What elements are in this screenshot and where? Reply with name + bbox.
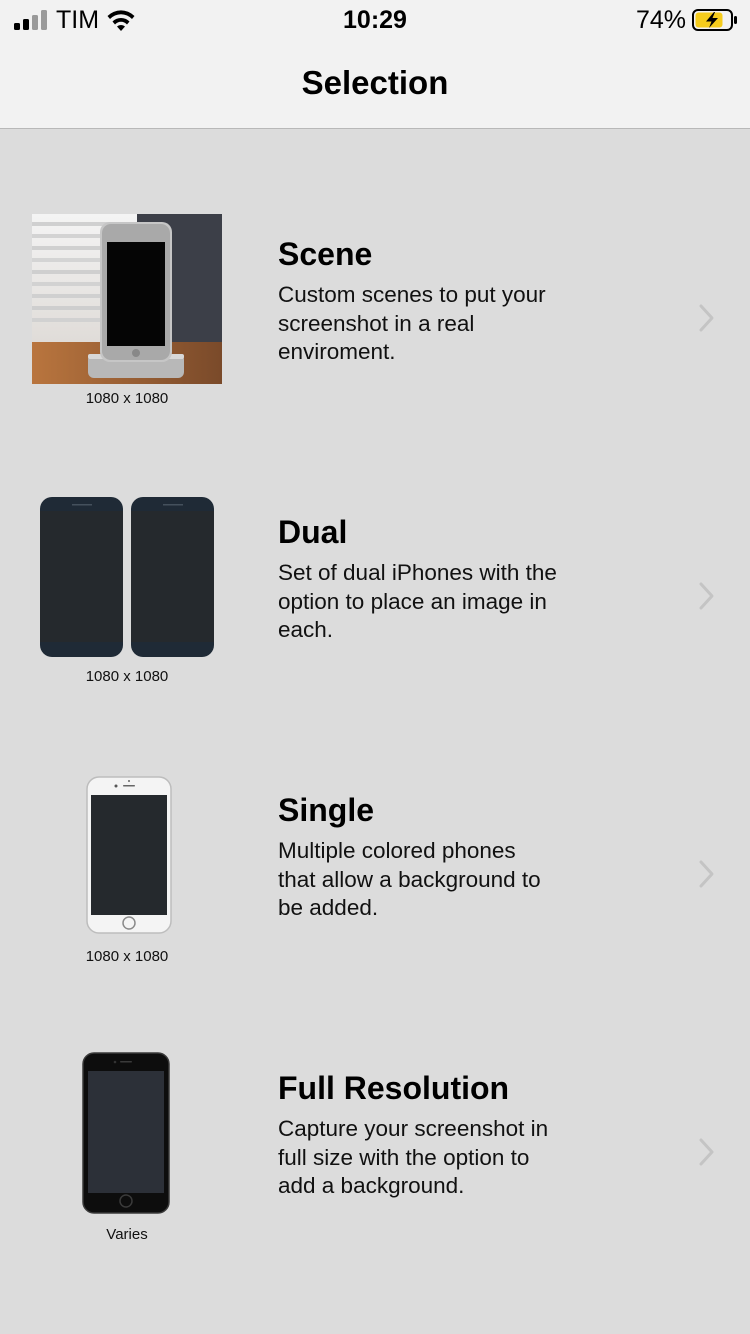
status-bar: TIM 10:29 74% xyxy=(0,0,750,40)
size-label: 1080 x 1080 xyxy=(85,390,169,407)
battery-charging-icon xyxy=(692,9,737,31)
description-line: Set of dual iPhones with the xyxy=(278,560,557,585)
chevron-right-icon xyxy=(699,1138,714,1166)
description-line: add a background. xyxy=(278,1173,465,1198)
chevron-right-icon xyxy=(699,582,714,610)
list-item-scene[interactable]: 1080 x 1080 Scene Custom scenes to put y… xyxy=(0,190,750,440)
description-line: that allow a background to xyxy=(278,866,541,892)
item-description: Set of dual iPhones with the option to p… xyxy=(278,559,608,645)
description-line: Capture your screenshot in xyxy=(278,1116,549,1141)
description-line: Custom scenes to put your xyxy=(278,282,546,307)
description-line: screenshot in a real xyxy=(278,310,475,336)
list-item-dual[interactable]: 1080 x 1080 Dual Set of dual iPhones wit… xyxy=(0,468,750,718)
description-line: each. xyxy=(278,617,334,642)
navigation-bar: Selection xyxy=(0,40,750,129)
scene-photo-icon xyxy=(32,214,222,384)
dual-phone-icon xyxy=(40,497,214,657)
list-item-single[interactable]: 1080 x 1080 Single Multiple colored phon… xyxy=(0,746,750,996)
item-title: Full Resolution xyxy=(278,1070,510,1106)
battery-percent: 74% xyxy=(635,6,686,34)
single-phone-icon xyxy=(86,776,172,934)
description-line: be added. xyxy=(278,895,379,920)
item-description: Capture your screenshot in full size wit… xyxy=(278,1115,608,1201)
item-title: Dual xyxy=(278,514,348,550)
size-label: 1080 x 1080 xyxy=(85,668,169,685)
item-description: Custom scenes to put your screenshot in … xyxy=(278,281,608,367)
description-line: Multiple colored phones xyxy=(278,838,516,863)
chevron-right-icon xyxy=(699,304,714,332)
item-title: Single xyxy=(278,792,375,828)
list-item-full-resolution[interactable]: Varies Full Resolution Capture your scre… xyxy=(0,1024,750,1274)
description-line: option to place an image in xyxy=(278,588,547,614)
description-line: enviroment. xyxy=(278,339,396,364)
item-title: Scene xyxy=(278,236,373,272)
size-label: Varies xyxy=(106,1226,148,1243)
item-description: Multiple colored phones that allow a bac… xyxy=(278,837,608,923)
full-resolution-phone-icon xyxy=(82,1052,170,1214)
description-line: full size with the option to xyxy=(278,1144,530,1170)
chevron-right-icon xyxy=(699,860,714,888)
page-title: Selection xyxy=(301,64,449,101)
size-label: 1080 x 1080 xyxy=(85,948,169,965)
